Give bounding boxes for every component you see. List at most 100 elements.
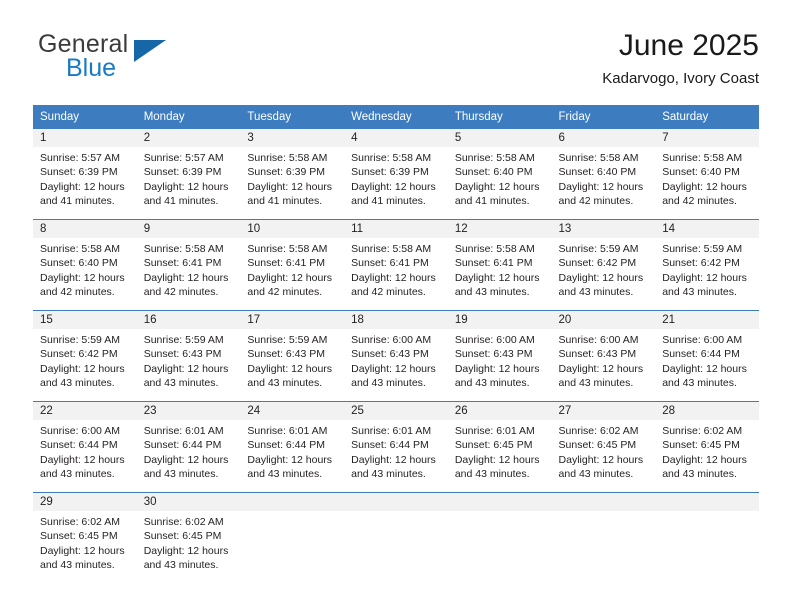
- sunrise-text: Sunrise: 6:01 AM: [143, 425, 224, 437]
- daylight-text-line1: Daylight: 12 hours: [143, 362, 229, 375]
- sunrise-text: Sunrise: 6:01 AM: [247, 425, 328, 437]
- daylight-text-line2: and 43 minutes.: [143, 559, 219, 572]
- sunset-text: Sunset: 6:45 PM: [40, 530, 118, 543]
- day-cell[interactable]: 1 Sunrise: 5:57 AM Sunset: 6:39 PM Dayli…: [33, 129, 137, 220]
- day-details: Sunrise: 5:58 AM Sunset: 6:41 PM Dayligh…: [137, 238, 241, 300]
- day-number: 23: [136, 402, 241, 420]
- day-cell[interactable]: 30 Sunrise: 6:02 AM Sunset: 6:45 PM Dayl…: [136, 492, 241, 583]
- daylight-text-line1: Daylight: 12 hours: [351, 453, 436, 466]
- day-cell[interactable]: 29 Sunrise: 6:02 AM Sunset: 6:45 PM Dayl…: [33, 492, 137, 583]
- day-cell[interactable]: 24 Sunrise: 6:01 AM Sunset: 6:44 PM Dayl…: [240, 401, 345, 493]
- day-details: Sunrise: 6:01 AM Sunset: 6:44 PM Dayligh…: [137, 420, 241, 482]
- sunrise-text: Sunrise: 5:58 AM: [247, 152, 328, 164]
- weekday-header-tuesday: Tuesday: [240, 105, 345, 129]
- calendar-week-row: 15 Sunrise: 5:59 AM Sunset: 6:42 PM Dayl…: [33, 310, 759, 402]
- sunset-text: Sunset: 6:44 PM: [40, 439, 118, 452]
- sunrise-text: Sunrise: 6:00 AM: [558, 334, 639, 346]
- day-details: Sunrise: 5:58 AM Sunset: 6:39 PM Dayligh…: [240, 147, 344, 209]
- day-details: Sunrise: 5:58 AM Sunset: 6:41 PM Dayligh…: [344, 238, 448, 300]
- day-cell[interactable]: 6 Sunrise: 5:58 AM Sunset: 6:40 PM Dayli…: [551, 129, 656, 220]
- daylight-text-line2: and 43 minutes.: [662, 468, 737, 481]
- daylight-text-line2: and 43 minutes.: [351, 468, 426, 481]
- daylight-text-line2: and 43 minutes.: [40, 377, 115, 390]
- daylight-text-line2: and 41 minutes.: [454, 195, 530, 208]
- daylight-text-line2: and 41 minutes.: [143, 195, 219, 208]
- sunset-text: Sunset: 6:41 PM: [351, 257, 429, 270]
- day-cell[interactable]: 19 Sunrise: 6:00 AM Sunset: 6:43 PM Dayl…: [447, 310, 552, 402]
- day-details: Sunrise: 6:02 AM Sunset: 6:45 PM Dayligh…: [33, 511, 137, 573]
- day-number: 29: [33, 493, 137, 511]
- day-cell-empty: [344, 492, 448, 583]
- daylight-text-line1: Daylight: 12 hours: [143, 544, 229, 557]
- day-number: 17: [240, 311, 345, 329]
- sunset-text: Sunset: 6:43 PM: [558, 348, 637, 361]
- day-details: Sunrise: 6:01 AM Sunset: 6:45 PM Dayligh…: [448, 420, 552, 482]
- sunset-text: Sunset: 6:43 PM: [143, 348, 222, 361]
- day-cell[interactable]: 3 Sunrise: 5:58 AM Sunset: 6:39 PM Dayli…: [240, 129, 345, 220]
- sunset-text: Sunset: 6:39 PM: [247, 166, 326, 179]
- day-details: Sunrise: 5:58 AM Sunset: 6:40 PM Dayligh…: [448, 147, 552, 209]
- day-cell[interactable]: 14 Sunrise: 5:59 AM Sunset: 6:42 PM Dayl…: [655, 219, 759, 311]
- day-cell[interactable]: 17 Sunrise: 5:59 AM Sunset: 6:43 PM Dayl…: [240, 310, 345, 402]
- daylight-text-line2: and 43 minutes.: [454, 468, 530, 481]
- day-number: 26: [447, 402, 552, 420]
- day-cell[interactable]: 27 Sunrise: 6:02 AM Sunset: 6:45 PM Dayl…: [551, 401, 656, 493]
- day-number: 7: [655, 129, 759, 147]
- day-number: 25: [344, 402, 448, 420]
- day-details: Sunrise: 5:59 AM Sunset: 6:43 PM Dayligh…: [240, 329, 344, 391]
- daylight-text-line1: Daylight: 12 hours: [40, 271, 125, 284]
- day-cell[interactable]: 22 Sunrise: 6:00 AM Sunset: 6:44 PM Dayl…: [33, 401, 137, 493]
- daylight-text-line2: and 42 minutes.: [662, 195, 737, 208]
- sunrise-text: Sunrise: 5:59 AM: [40, 334, 120, 346]
- day-cell[interactable]: 20 Sunrise: 6:00 AM Sunset: 6:43 PM Dayl…: [551, 310, 656, 402]
- day-cell[interactable]: 8 Sunrise: 5:58 AM Sunset: 6:40 PM Dayli…: [33, 219, 137, 311]
- calendar-body: 1 Sunrise: 5:57 AM Sunset: 6:39 PM Dayli…: [33, 129, 759, 583]
- day-cell[interactable]: 26 Sunrise: 6:01 AM Sunset: 6:45 PM Dayl…: [447, 401, 552, 493]
- day-cell-empty: [551, 492, 656, 583]
- day-number: 9: [136, 220, 241, 238]
- day-cell[interactable]: 7 Sunrise: 5:58 AM Sunset: 6:40 PM Dayli…: [655, 129, 759, 220]
- daylight-text-line1: Daylight: 12 hours: [558, 362, 644, 375]
- sunrise-text: Sunrise: 5:59 AM: [247, 334, 328, 346]
- day-cell[interactable]: 10 Sunrise: 5:58 AM Sunset: 6:41 PM Dayl…: [240, 219, 345, 311]
- sunrise-text: Sunrise: 5:58 AM: [351, 243, 432, 255]
- day-cell[interactable]: 11 Sunrise: 5:58 AM Sunset: 6:41 PM Dayl…: [344, 219, 448, 311]
- sunset-text: Sunset: 6:42 PM: [40, 348, 118, 361]
- daylight-text-line2: and 42 minutes.: [40, 286, 115, 299]
- day-cell[interactable]: 9 Sunrise: 5:58 AM Sunset: 6:41 PM Dayli…: [136, 219, 241, 311]
- day-number: 18: [344, 311, 448, 329]
- daylight-text-line2: and 43 minutes.: [351, 377, 426, 390]
- daylight-text-line1: Daylight: 12 hours: [351, 362, 436, 375]
- daylight-text-line1: Daylight: 12 hours: [558, 453, 644, 466]
- day-details: Sunrise: 5:58 AM Sunset: 6:40 PM Dayligh…: [655, 147, 759, 209]
- daylight-text-line2: and 43 minutes.: [558, 377, 634, 390]
- day-cell[interactable]: 12 Sunrise: 5:58 AM Sunset: 6:41 PM Dayl…: [447, 219, 552, 311]
- general-blue-logo[interactable]: General Blue: [38, 30, 268, 92]
- day-details: Sunrise: 5:58 AM Sunset: 6:40 PM Dayligh…: [552, 147, 656, 209]
- day-details: Sunrise: 5:59 AM Sunset: 6:42 PM Dayligh…: [33, 329, 137, 391]
- sunset-text: Sunset: 6:44 PM: [351, 439, 429, 452]
- day-cell[interactable]: 15 Sunrise: 5:59 AM Sunset: 6:42 PM Dayl…: [33, 310, 137, 402]
- day-cell[interactable]: 23 Sunrise: 6:01 AM Sunset: 6:44 PM Dayl…: [136, 401, 241, 493]
- sunrise-text: Sunrise: 6:00 AM: [662, 334, 743, 346]
- day-cell[interactable]: 25 Sunrise: 6:01 AM Sunset: 6:44 PM Dayl…: [344, 401, 448, 493]
- sunset-text: Sunset: 6:44 PM: [247, 439, 326, 452]
- daylight-text-line2: and 41 minutes.: [247, 195, 323, 208]
- day-number: [344, 493, 448, 511]
- sunrise-text: Sunrise: 5:58 AM: [558, 152, 639, 164]
- day-cell[interactable]: 5 Sunrise: 5:58 AM Sunset: 6:40 PM Dayli…: [447, 129, 552, 220]
- day-cell[interactable]: 2 Sunrise: 5:57 AM Sunset: 6:39 PM Dayli…: [136, 129, 241, 220]
- daylight-text-line1: Daylight: 12 hours: [351, 180, 436, 193]
- day-cell[interactable]: 28 Sunrise: 6:02 AM Sunset: 6:45 PM Dayl…: [655, 401, 759, 493]
- day-cell[interactable]: 4 Sunrise: 5:58 AM Sunset: 6:39 PM Dayli…: [344, 129, 448, 220]
- sunrise-text: Sunrise: 5:57 AM: [40, 152, 120, 164]
- sunrise-text: Sunrise: 6:00 AM: [351, 334, 432, 346]
- daylight-text-line1: Daylight: 12 hours: [351, 271, 436, 284]
- day-cell[interactable]: 18 Sunrise: 6:00 AM Sunset: 6:43 PM Dayl…: [344, 310, 448, 402]
- day-number: 5: [447, 129, 552, 147]
- sunrise-text: Sunrise: 5:59 AM: [662, 243, 743, 255]
- day-cell[interactable]: 13 Sunrise: 5:59 AM Sunset: 6:42 PM Dayl…: [551, 219, 656, 311]
- day-cell[interactable]: 21 Sunrise: 6:00 AM Sunset: 6:44 PM Dayl…: [655, 310, 759, 402]
- sunrise-text: Sunrise: 5:59 AM: [143, 334, 224, 346]
- day-cell[interactable]: 16 Sunrise: 5:59 AM Sunset: 6:43 PM Dayl…: [136, 310, 241, 402]
